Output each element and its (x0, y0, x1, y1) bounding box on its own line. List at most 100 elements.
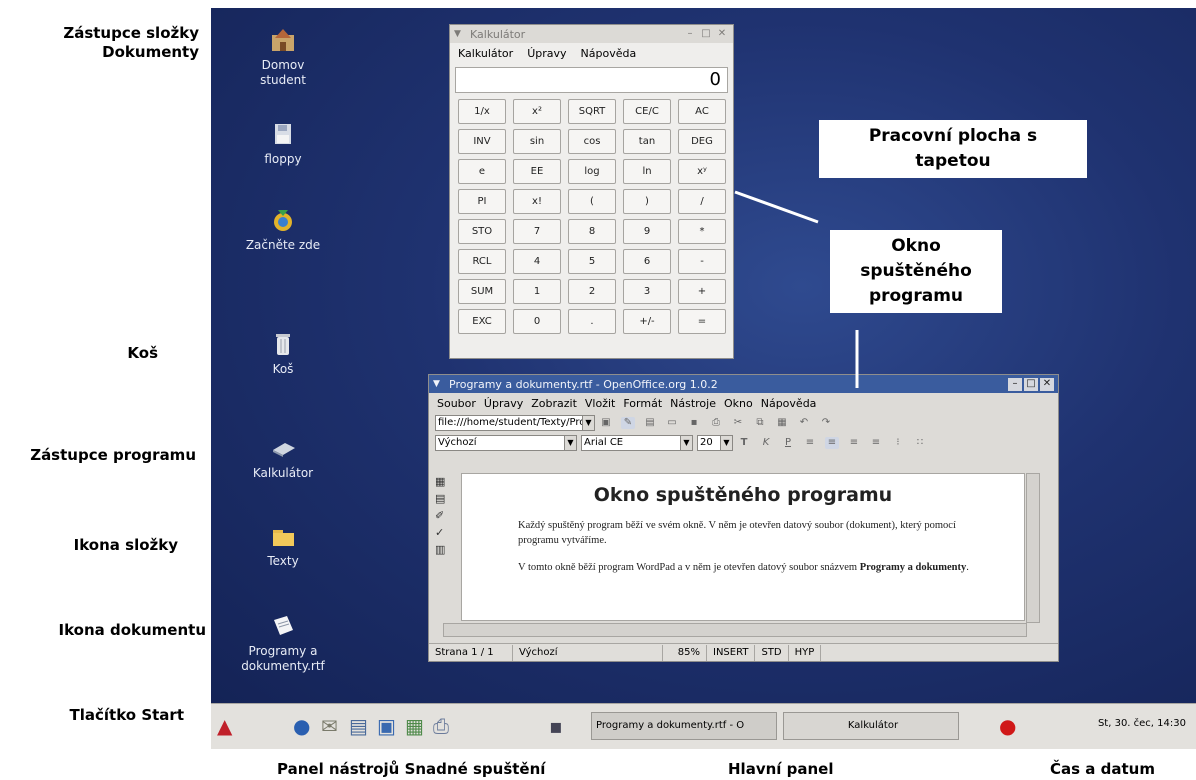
calc-key[interactable]: tan (623, 129, 671, 154)
presentation-launcher-icon[interactable]: ▣ (377, 714, 396, 738)
calc-key[interactable]: xʸ (678, 159, 726, 184)
calc-key[interactable]: e (458, 159, 506, 184)
calc-key[interactable]: EE (513, 159, 561, 184)
calc-key[interactable]: AC (678, 99, 726, 124)
calc-key[interactable]: 9 (623, 219, 671, 244)
calc-key[interactable]: 8 (568, 219, 616, 244)
menu-insert[interactable]: Vložit (585, 397, 615, 410)
calc-key[interactable]: STO (458, 219, 506, 244)
navigator-icon[interactable]: ▥ (435, 543, 453, 560)
form-icon[interactable]: ▤ (435, 492, 453, 509)
calc-key[interactable]: RCL (458, 249, 506, 274)
menu-file[interactable]: Soubor (437, 397, 476, 410)
open-icon[interactable]: ▭ (665, 417, 679, 429)
stop-icon[interactable]: ▣ (599, 417, 613, 429)
vertical-scrollbar[interactable] (1026, 473, 1040, 623)
chevron-down-icon[interactable]: ▼ (564, 436, 576, 450)
start-button[interactable]: ▲ (217, 714, 232, 738)
status-hyperlink[interactable]: HYP (789, 644, 822, 661)
calc-key[interactable]: INV (458, 129, 506, 154)
chevron-down-icon[interactable]: ▼ (720, 436, 732, 450)
calc-key[interactable]: cos (568, 129, 616, 154)
desktop-icon-floppy[interactable]: floppy (233, 120, 333, 167)
edit-file-icon[interactable]: ✎ (621, 417, 635, 429)
calc-key[interactable]: 1/x (458, 99, 506, 124)
autopilot-icon[interactable]: ✐ (435, 509, 453, 526)
calc-key[interactable]: / (678, 189, 726, 214)
maximize-icon[interactable]: □ (1024, 377, 1038, 391)
clock[interactable]: St, 30. čec, 14:30 (1098, 718, 1186, 729)
print-icon[interactable]: ⎙ (709, 417, 723, 429)
desktop-icon-calculator[interactable]: Kalkulátor (233, 434, 333, 481)
desktop-icon-home[interactable]: Domov student (233, 26, 333, 88)
calc-key[interactable]: 7 (513, 219, 561, 244)
calc-key[interactable]: = (678, 309, 726, 334)
redo-icon[interactable]: ↷ (819, 417, 833, 429)
desktop-icon-folder[interactable]: Texty (233, 522, 333, 569)
calc-key[interactable]: SUM (458, 279, 506, 304)
calc-key[interactable]: - (678, 249, 726, 274)
calc-key[interactable]: CE/C (623, 99, 671, 124)
status-selection[interactable]: STD (755, 644, 789, 661)
cut-icon[interactable]: ✂ (731, 417, 745, 429)
printer-launcher-icon[interactable]: ⎙ (433, 714, 449, 738)
menu-calculator[interactable]: Kalkulátor (458, 47, 513, 60)
status-mode[interactable]: INSERT (707, 644, 756, 661)
insert-icon[interactable]: ▦ (435, 475, 453, 492)
calc-key[interactable]: + (678, 279, 726, 304)
menu-help[interactable]: Nápověda (581, 47, 637, 60)
spellcheck-icon[interactable]: ✓ (435, 526, 453, 543)
url-field[interactable]: file:///home/student/Texty/Programy%20a%… (435, 415, 595, 431)
menu-window[interactable]: Okno (724, 397, 753, 410)
desktop-icon-trash[interactable]: Koš (233, 330, 333, 377)
calc-key[interactable]: ) (623, 189, 671, 214)
menu-edit[interactable]: Úpravy (484, 397, 523, 410)
calc-key[interactable]: sin (513, 129, 561, 154)
calc-key[interactable]: x! (513, 189, 561, 214)
minimize-icon[interactable]: – (1008, 377, 1022, 391)
taskbar-item-writer[interactable]: Programy a dokumenty.rtf - O (591, 712, 777, 740)
minimize-icon[interactable]: – (683, 28, 697, 41)
maximize-icon[interactable]: □ (699, 28, 713, 41)
bullets-icon[interactable]: ∷ (913, 437, 927, 449)
calc-key[interactable]: 4 (513, 249, 561, 274)
chevron-down-icon[interactable]: ▼ (680, 436, 692, 450)
calc-key[interactable]: . (568, 309, 616, 334)
close-icon[interactable]: ✕ (715, 28, 729, 41)
calc-key[interactable]: DEG (678, 129, 726, 154)
menu-edit[interactable]: Úpravy (527, 47, 566, 60)
calc-key[interactable]: 3 (623, 279, 671, 304)
red-status-icon[interactable]: ● (999, 714, 1016, 738)
chevron-down-icon[interactable]: ▼ (582, 416, 594, 430)
spreadsheet-launcher-icon[interactable]: ▦ (405, 714, 424, 738)
align-right-icon[interactable]: ≡ (847, 437, 861, 449)
horizontal-scrollbar[interactable] (443, 623, 1027, 637)
desktop-icon-start-here[interactable]: Začněte zde (233, 206, 333, 253)
workspace-switcher-icon[interactable]: ▪ (549, 714, 563, 738)
calculator-window[interactable]: ▼ Kalkulátor – □ ✕ Kalkulátor Úpravy Náp… (449, 24, 734, 359)
calc-key[interactable]: 2 (568, 279, 616, 304)
window-menu-icon[interactable]: ▼ (454, 29, 466, 39)
calc-key[interactable]: x² (513, 99, 561, 124)
writer-window[interactable]: ▼ Programy a dokumenty.rtf - OpenOffice.… (428, 374, 1059, 662)
calc-key[interactable]: 0 (513, 309, 561, 334)
status-zoom[interactable]: 85% (663, 644, 707, 661)
calc-key[interactable]: PI (458, 189, 506, 214)
new-icon[interactable]: ▤ (643, 417, 657, 429)
menu-view[interactable]: Zobrazit (531, 397, 577, 410)
writer-launcher-icon[interactable]: ▤ (349, 714, 368, 738)
menu-format[interactable]: Formát (623, 397, 662, 410)
calc-key[interactable]: EXC (458, 309, 506, 334)
menu-help[interactable]: Nápověda (761, 397, 817, 410)
window-menu-icon[interactable]: ▼ (433, 379, 445, 389)
calc-key[interactable]: ln (623, 159, 671, 184)
justify-icon[interactable]: ≡ (869, 437, 883, 449)
mail-launcher-icon[interactable]: ✉ (321, 714, 338, 738)
align-center-icon[interactable]: ≡ (825, 437, 839, 449)
numbering-icon[interactable]: ⁝ (891, 437, 905, 449)
save-icon[interactable]: ▪ (687, 417, 701, 429)
copy-icon[interactable]: ⧉ (753, 417, 767, 429)
calc-key[interactable]: * (678, 219, 726, 244)
calc-key[interactable]: 5 (568, 249, 616, 274)
font-size-select[interactable]: 20 ▼ (697, 435, 733, 451)
